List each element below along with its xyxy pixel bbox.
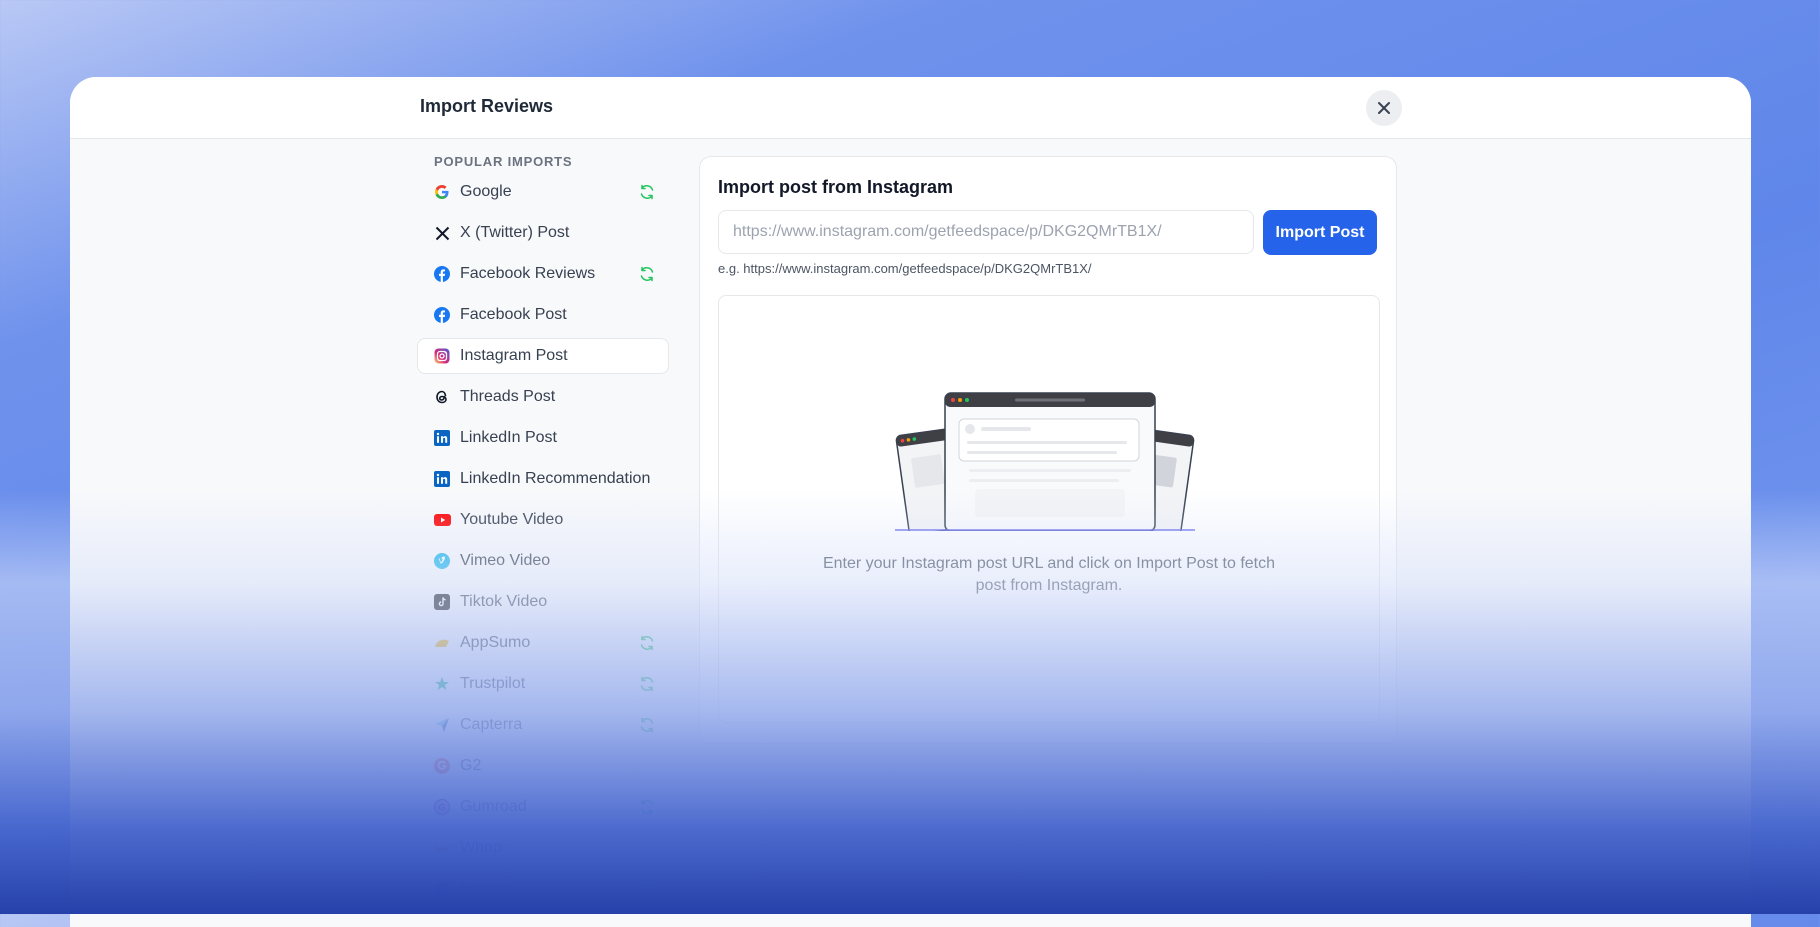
x-twitter-icon — [433, 224, 451, 242]
sync-icon — [640, 676, 654, 692]
g2-icon — [433, 757, 451, 775]
sidebar-item-label: Gumroad — [460, 798, 527, 815]
whop-icon — [433, 839, 451, 857]
gumroad-icon: G — [433, 798, 451, 816]
sidebar-item-label: AppSumo — [460, 634, 531, 651]
close-button[interactable] — [1366, 90, 1402, 126]
sidebar-item-trustpilot[interactable]: Trustpilot — [417, 666, 669, 702]
panel-title: Import post from Instagram — [718, 177, 954, 197]
vimeo-icon — [433, 552, 451, 570]
trustpilot-icon — [433, 675, 451, 693]
sync-icon — [640, 266, 654, 282]
sidebar-item-instagram-post[interactable]: Instagram Post — [417, 338, 669, 374]
sidebar-item-label: Whop — [460, 839, 502, 856]
sync-icon — [640, 184, 654, 200]
sidebar-item-label: Trustpilot — [460, 675, 526, 692]
empty-state-message: Enter your Instagram post URL and click … — [822, 555, 1276, 594]
sidebar-item-facebook-reviews[interactable]: Facebook Reviews — [417, 256, 669, 292]
sidebar-item-gumroad[interactable]: G Gumroad — [417, 789, 669, 825]
sidebar-item-threads-post[interactable]: Threads Post — [417, 379, 669, 415]
modal-title: Import Reviews — [420, 96, 554, 116]
sidebar-item-linkedin-recommendation[interactable]: LinkedIn Recommendation — [417, 461, 669, 497]
sync-icon — [640, 881, 654, 897]
sidebar-item-label: Threads Post — [460, 388, 556, 405]
capterra-icon — [433, 716, 451, 734]
import-reviews-modal: Import Reviews POPULAR IMPORTS Google X … — [70, 77, 1751, 927]
tiktok-icon — [433, 593, 451, 611]
sidebar-item-label: Tiktok Video — [460, 593, 548, 610]
import-panel: Import post from Instagram Import Post e… — [699, 156, 1397, 744]
sidebar-item-whop[interactable]: Whop — [417, 830, 669, 866]
youtube-icon — [433, 511, 451, 529]
linkedin-icon — [433, 429, 451, 447]
sidebar-item-youtube-video[interactable]: Youtube Video — [417, 502, 669, 538]
sidebar-item-label: LinkedIn Recommendation — [460, 470, 651, 487]
sidebar-list: Google X (Twitter) Post Facebook Reviews — [417, 174, 669, 907]
threads-icon — [433, 388, 451, 406]
sidebar-item-label: Vimeo Video — [460, 552, 551, 569]
sidebar-item-capterra[interactable]: Capterra — [417, 707, 669, 743]
sidebar-heading: POPULAR IMPORTS — [434, 154, 573, 169]
sidebar-item-label: G2 — [460, 757, 482, 774]
instagram-icon — [433, 347, 451, 365]
modal-header: Import Reviews — [70, 77, 1751, 139]
sidebar-item-label: Fresha — [460, 880, 510, 897]
close-icon — [1378, 102, 1390, 114]
sync-icon — [640, 635, 654, 651]
sidebar-item-label: Youtube Video — [460, 511, 564, 528]
import-source-sidebar: POPULAR IMPORTS Google X (Twitter) Post — [417, 154, 669, 912]
appsumo-icon — [433, 634, 451, 652]
sidebar-item-g2[interactable]: G2 — [417, 748, 669, 784]
sync-icon — [640, 799, 654, 815]
browser-windows-illustration — [895, 392, 1195, 531]
sidebar-item-label: Instagram Post — [460, 347, 568, 364]
sidebar-item-fresha[interactable]: Fresha — [417, 871, 669, 907]
facebook-icon — [433, 265, 451, 283]
sidebar-item-x-twitter[interactable]: X (Twitter) Post — [417, 215, 669, 251]
sidebar-item-appsumo[interactable]: AppSumo — [417, 625, 669, 661]
preview-area: Enter your Instagram post URL and click … — [718, 295, 1380, 723]
post-url-input[interactable] — [718, 210, 1254, 254]
sidebar-item-label: Facebook Post — [460, 306, 567, 323]
import-post-button[interactable]: Import Post — [1263, 210, 1377, 255]
sidebar-item-google[interactable]: Google — [417, 174, 669, 210]
sync-icon — [640, 717, 654, 733]
google-icon — [433, 183, 451, 201]
sidebar-item-facebook-post[interactable]: Facebook Post — [417, 297, 669, 333]
facebook-icon — [433, 306, 451, 324]
svg-text:G: G — [438, 803, 445, 813]
sidebar-item-linkedin-post[interactable]: LinkedIn Post — [417, 420, 669, 456]
linkedin-icon — [433, 470, 451, 488]
fresha-icon — [433, 880, 451, 898]
sidebar-item-tiktok-video[interactable]: Tiktok Video — [417, 584, 669, 620]
url-hint: e.g. https://www.instagram.com/getfeedsp… — [718, 261, 1092, 276]
sidebar-item-label: Google — [460, 183, 512, 200]
sidebar-item-label: X (Twitter) Post — [460, 224, 570, 241]
sidebar-item-vimeo-video[interactable]: Vimeo Video — [417, 543, 669, 579]
sidebar-item-label: Capterra — [460, 716, 523, 733]
sidebar-item-label: Facebook Reviews — [460, 265, 596, 282]
sidebar-item-label: LinkedIn Post — [460, 429, 557, 446]
